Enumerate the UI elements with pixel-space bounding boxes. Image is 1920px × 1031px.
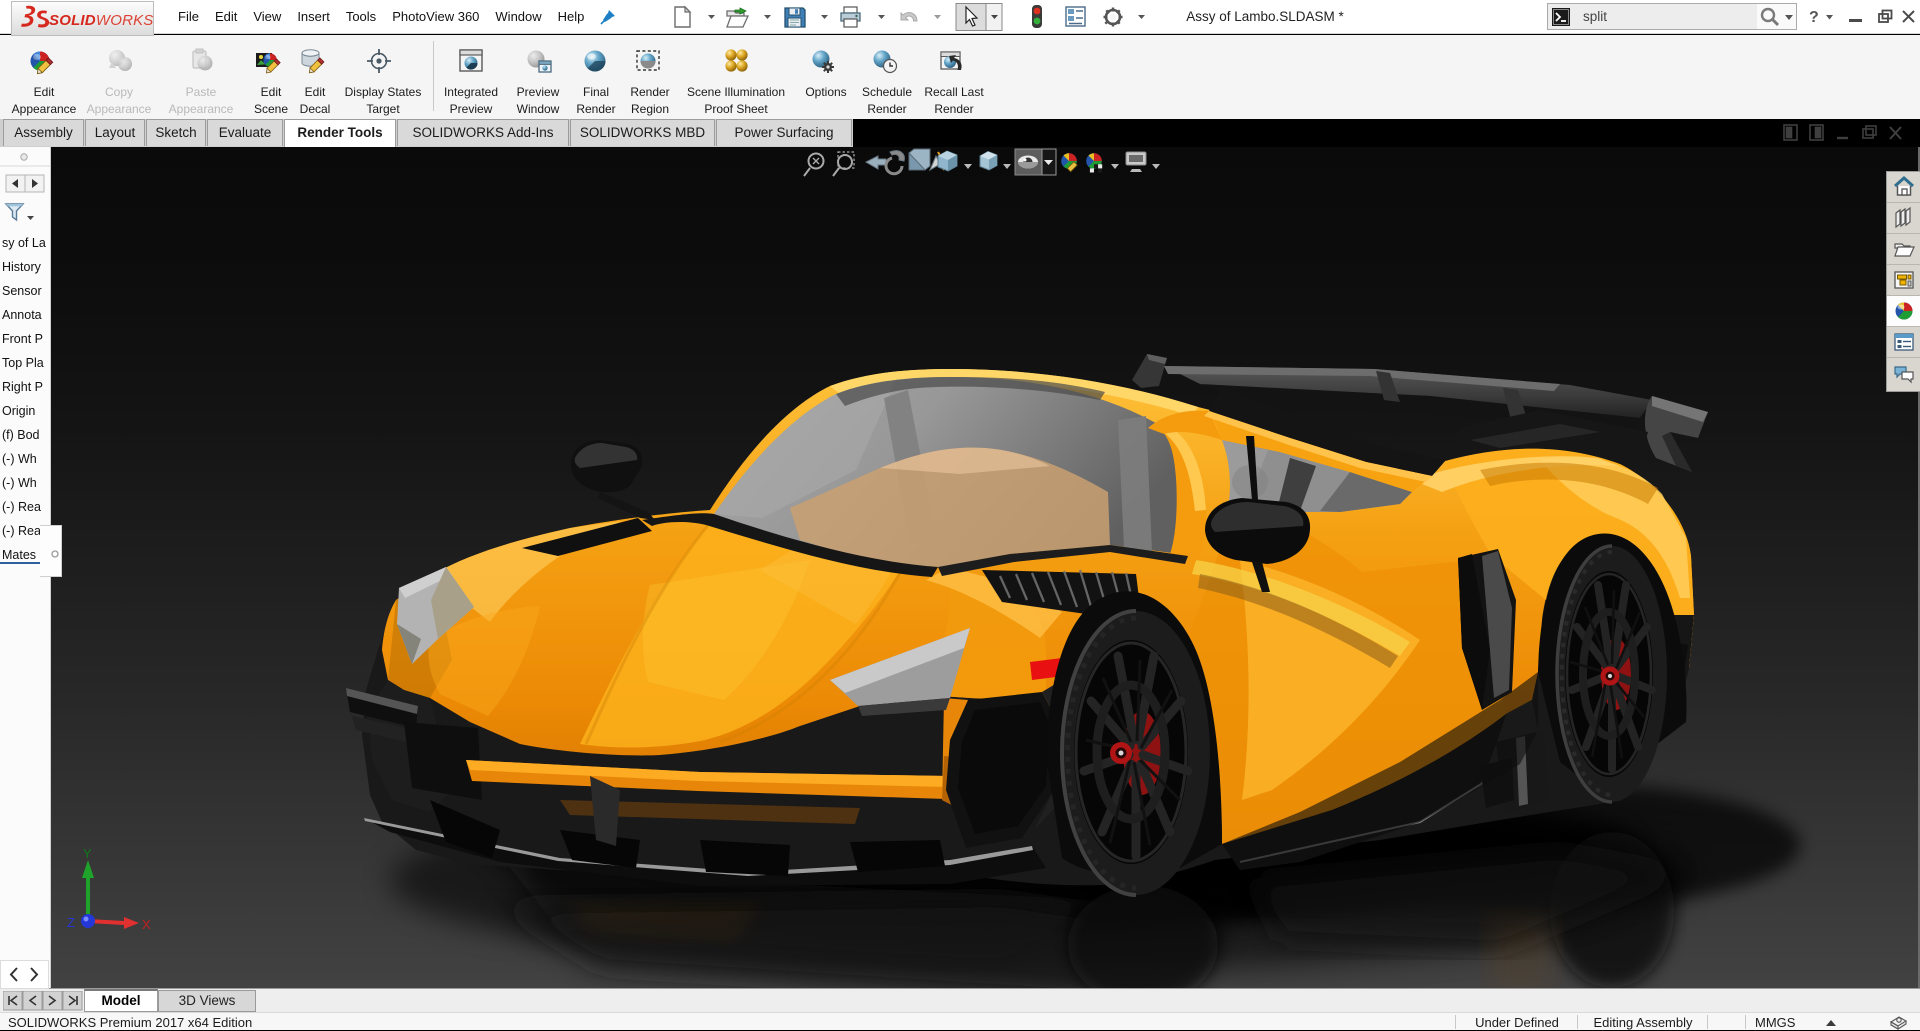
svg-text:Y: Y [83, 846, 92, 861]
svg-text:X: X [142, 917, 151, 932]
svg-text:SOLIDWORKS: SOLIDWORKS [49, 12, 153, 29]
svg-text:?: ? [1809, 9, 1819, 26]
svg-text:Z: Z [67, 915, 75, 930]
